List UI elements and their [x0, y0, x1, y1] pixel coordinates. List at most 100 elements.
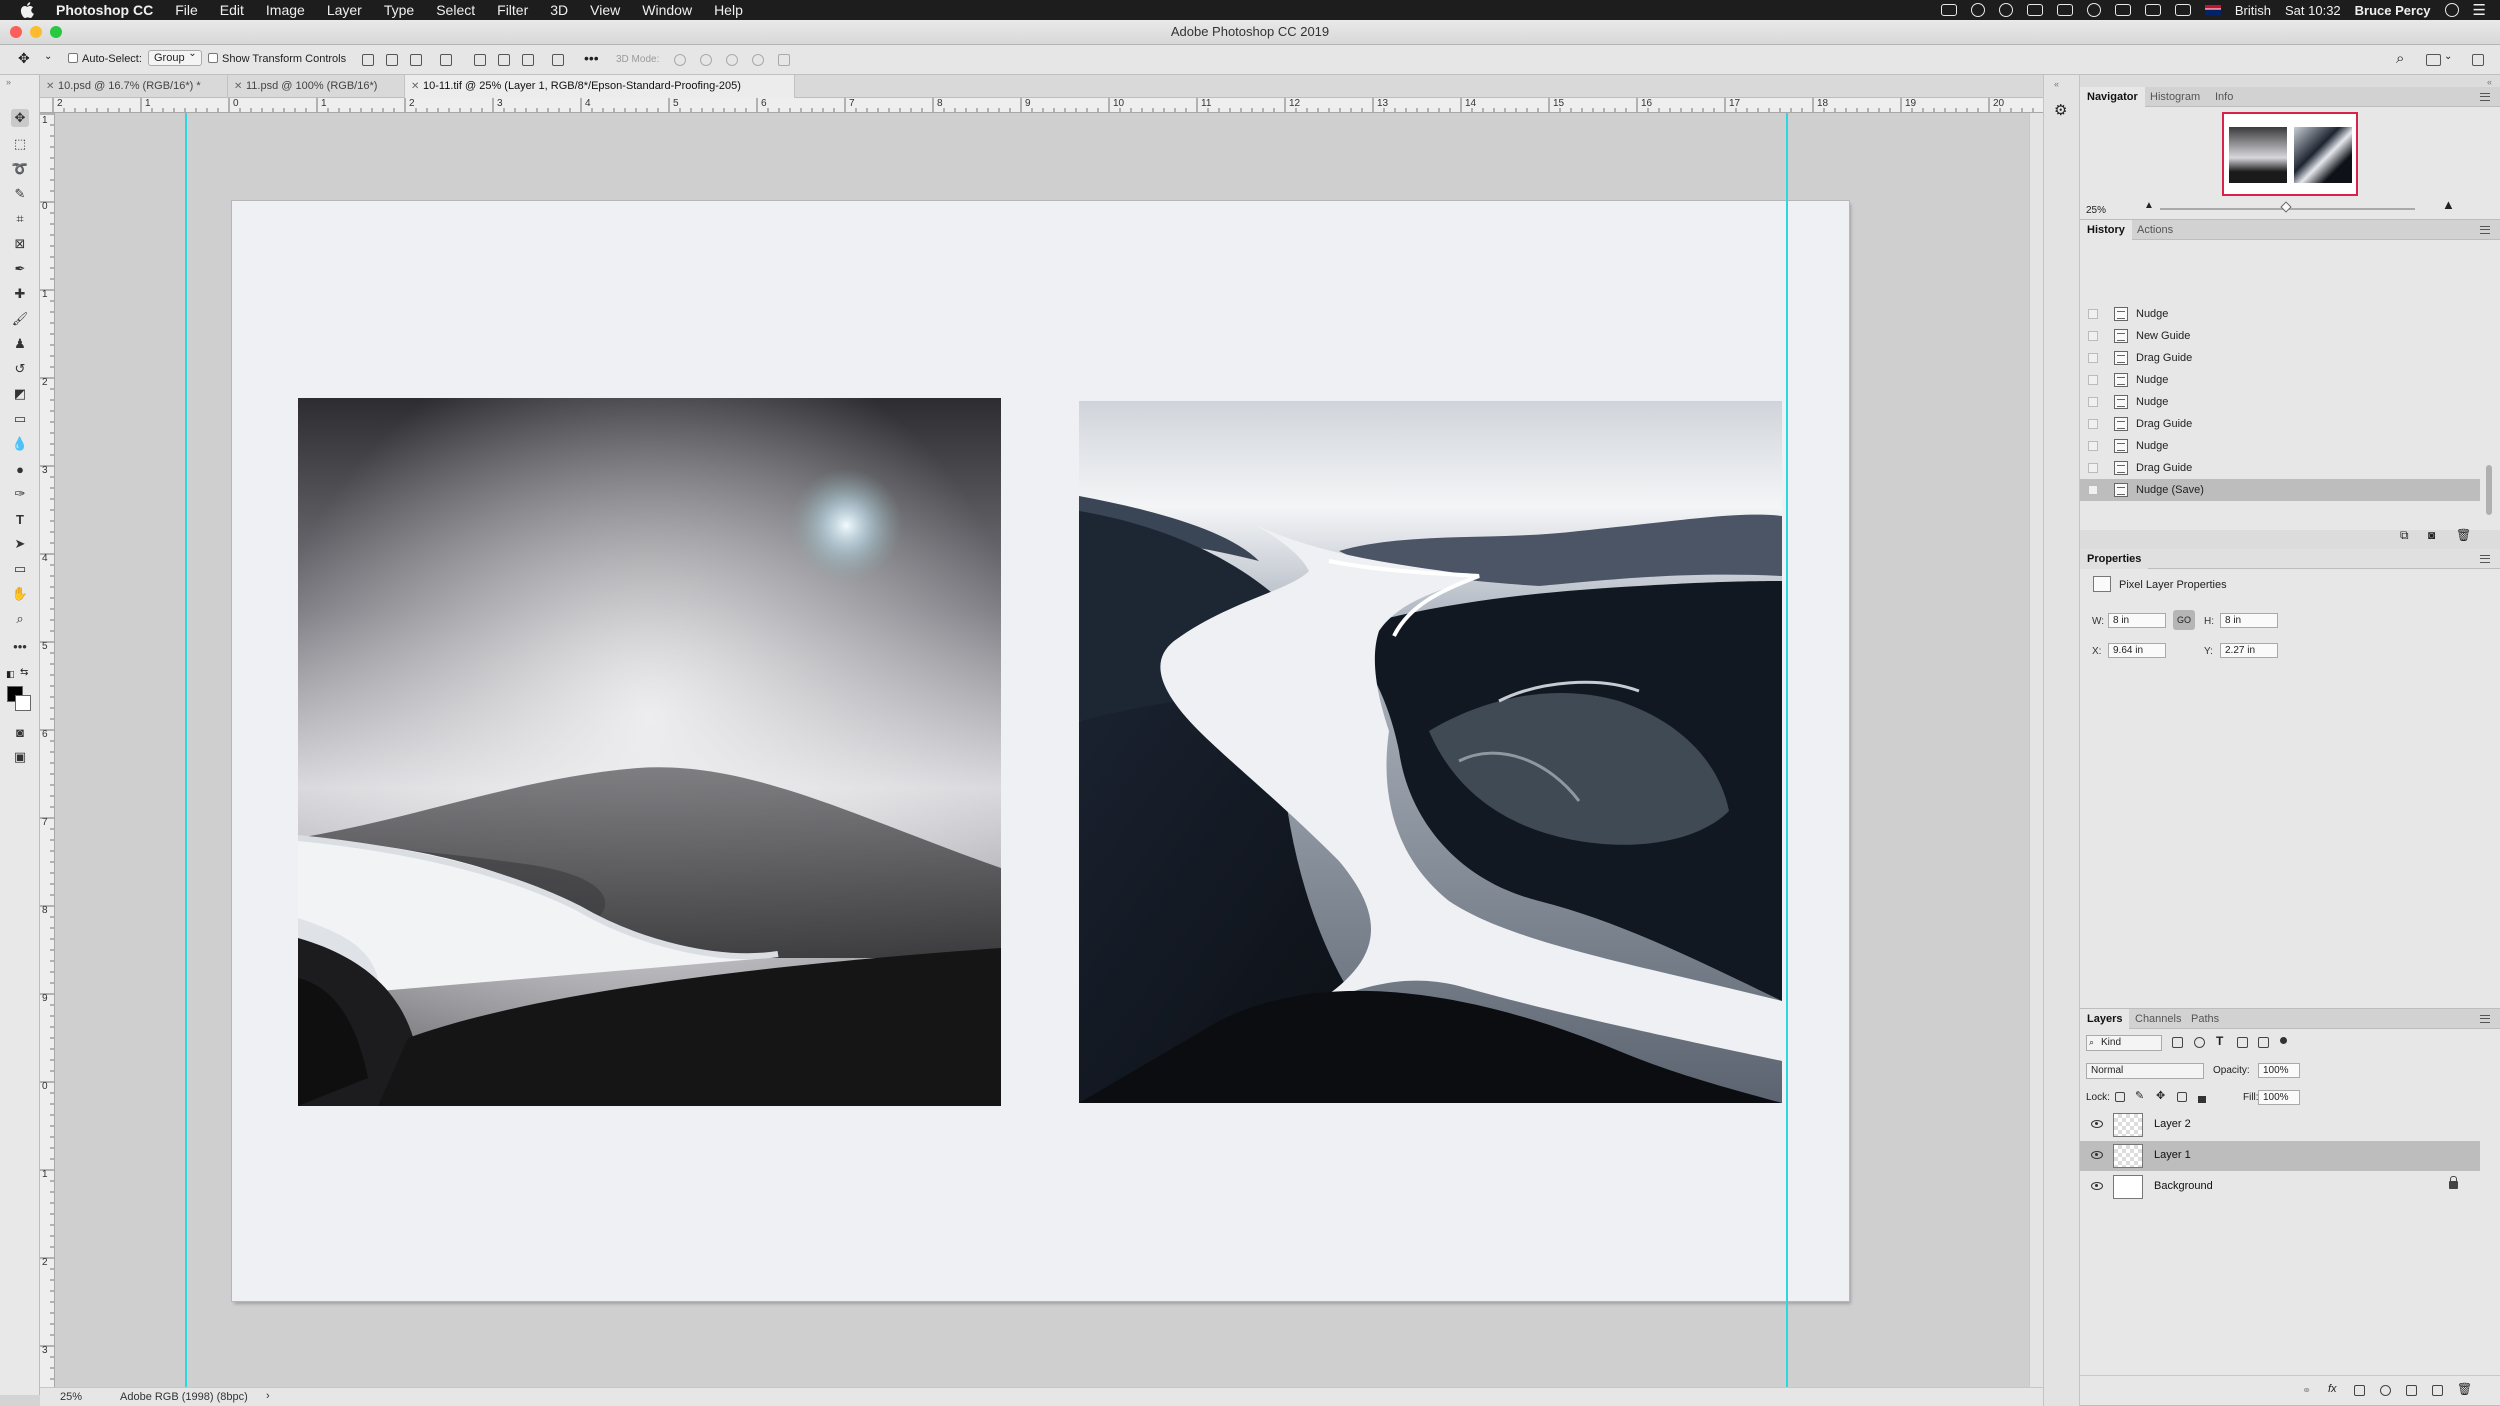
align-middle-icon[interactable] — [498, 54, 510, 66]
menu-3d[interactable]: 3D — [539, 0, 579, 20]
y-position-input[interactable]: 2.27 in — [2220, 643, 2278, 658]
link-icon[interactable]: ⚭ — [2302, 1384, 2311, 1397]
workspace-chevron-icon[interactable]: ⌄ — [2444, 51, 2452, 62]
layer-row-background[interactable]: Background — [2080, 1172, 2480, 1202]
crop-tool[interactable]: ⌗ — [11, 210, 29, 228]
filter-smart-object-icon[interactable] — [2258, 1037, 2269, 1048]
default-colors-icon[interactable]: ◧ — [6, 669, 15, 680]
menu-image[interactable]: Image — [255, 0, 316, 20]
history-item[interactable]: Drag Guide — [2080, 413, 2480, 435]
tab-channels[interactable]: Channels — [2128, 1009, 2188, 1029]
keyboard-layout[interactable]: British — [2235, 3, 2271, 18]
fx-icon[interactable]: fx — [2328, 1383, 2337, 1395]
lock-transparent-icon[interactable] — [2115, 1092, 2125, 1102]
history-scrollbar-thumb[interactable] — [2486, 465, 2492, 515]
snapshot-source-box[interactable] — [2088, 463, 2098, 473]
edit-toolbar-icon[interactable]: ••• — [11, 637, 29, 655]
x-position-input[interactable]: 9.64 in — [2108, 643, 2166, 658]
workspace-icon[interactable] — [2426, 54, 2441, 66]
marquee-tool[interactable]: ⬚ — [11, 135, 29, 153]
canvas-area[interactable] — [55, 113, 2043, 1387]
sync-icon[interactable] — [2056, 4, 2073, 16]
guide-line-left[interactable] — [185, 113, 187, 1387]
menu-file[interactable]: File — [164, 0, 209, 20]
wifi-icon[interactable] — [2144, 4, 2161, 16]
gradient-tool[interactable]: ▭ — [11, 410, 29, 428]
move-tool[interactable]: ✥ — [11, 109, 29, 127]
clock[interactable]: Sat 10:32 — [2285, 3, 2341, 18]
height-input[interactable]: 8 in — [2220, 613, 2278, 628]
more-options-icon[interactable]: ••• — [584, 50, 599, 66]
tool-preset-chevron-icon[interactable]: ⌄ — [44, 51, 52, 62]
pen-tool[interactable]: ✑ — [11, 485, 29, 503]
zoom-tool[interactable]: ⌕ — [11, 610, 29, 628]
dodge-tool[interactable]: ● — [11, 460, 29, 478]
layer-row-layer-2[interactable]: Layer 2 — [2080, 1110, 2480, 1140]
share-icon[interactable] — [2472, 54, 2484, 66]
panel-menu-icon[interactable] — [2480, 93, 2490, 101]
distribute-icon[interactable] — [440, 54, 452, 66]
lock-pixels-icon[interactable]: ✎ — [2135, 1089, 2144, 1102]
toolbar-collapse-icon[interactable]: » — [6, 77, 11, 87]
opacity-input[interactable]: 100% — [2258, 1063, 2300, 1078]
layer-name[interactable]: Layer 2 — [2154, 1118, 2191, 1130]
navigator-zoom-value[interactable]: 25% — [2086, 205, 2106, 216]
lasso-tool[interactable]: ➰ — [11, 160, 29, 178]
eraser-tool[interactable]: ◩ — [11, 385, 29, 403]
snapshot-source-box[interactable] — [2088, 397, 2098, 407]
snapshot-source-box[interactable] — [2088, 331, 2098, 341]
new-snapshot-icon[interactable]: ◙ — [2428, 528, 2435, 542]
tab-layers[interactable]: Layers — [2080, 1009, 2130, 1029]
show-transform-checkbox[interactable] — [208, 53, 218, 63]
tab-history[interactable]: History — [2080, 220, 2132, 240]
history-brush-tool[interactable]: ↺ — [11, 360, 29, 378]
align-top-icon[interactable] — [474, 54, 486, 66]
menu-filter[interactable]: Filter — [486, 0, 539, 20]
3d-drag-icon[interactable] — [726, 54, 738, 66]
3d-slide-icon[interactable] — [752, 54, 764, 66]
horizontal-ruler[interactable]: 2 1 0 1 2 3 4 5 6 7 8 9 10 11 12 13 14 1… — [40, 98, 2043, 113]
background-lock-icon[interactable] — [2449, 1176, 2458, 1189]
menu-window[interactable]: Window — [631, 0, 703, 20]
history-item[interactable]: New Guide — [2080, 325, 2480, 347]
path-selection-tool[interactable]: ➤ — [11, 535, 29, 553]
menu-app-name[interactable]: Photoshop CC — [50, 0, 164, 20]
layer-filter-dropdown[interactable]: Kind — [2086, 1035, 2162, 1051]
mask-icon[interactable] — [2354, 1385, 2365, 1396]
group-icon[interactable] — [2406, 1385, 2417, 1396]
screen-icon[interactable] — [2026, 4, 2043, 16]
zoom-level[interactable]: 25% — [60, 1391, 82, 1403]
auto-select-checkbox[interactable]: Auto-Select: — [68, 53, 142, 65]
align-left-icon[interactable] — [362, 54, 374, 66]
3d-rotate-icon[interactable] — [674, 54, 686, 66]
rectangle-tool[interactable]: ▭ — [11, 560, 29, 578]
width-input[interactable]: 8 in — [2108, 613, 2166, 628]
spotlight-icon[interactable] — [2444, 3, 2459, 17]
tab-histogram[interactable]: Histogram — [2143, 87, 2207, 107]
document-page[interactable] — [232, 201, 1849, 1301]
panel-menu-icon[interactable] — [2480, 1015, 2490, 1023]
fill-input[interactable]: 100% — [2258, 1090, 2300, 1105]
tab-paths[interactable]: Paths — [2184, 1009, 2226, 1029]
search-icon[interactable]: ⌕ — [2396, 50, 2404, 67]
move-tool-icon[interactable]: ✥ — [18, 50, 30, 67]
zoom-slider-handle[interactable] — [2280, 201, 2292, 213]
frame-tool[interactable]: ⊠ — [11, 235, 29, 253]
user-name[interactable]: Bruce Percy — [2355, 3, 2431, 18]
vertical-ruler[interactable]: 1 0 1 2 3 4 5 6 7 8 9 0 1 2 3 — [40, 113, 55, 1395]
snapshot-source-box[interactable] — [2088, 441, 2098, 451]
visibility-eye-icon[interactable] — [2091, 1182, 2103, 1190]
healing-brush-tool[interactable]: ✚ — [11, 285, 29, 303]
delete-state-icon[interactable]: 🗑 — [2456, 528, 2471, 542]
layer-row-layer-1[interactable]: Layer 1 — [2080, 1141, 2480, 1171]
menu-select[interactable]: Select — [425, 0, 486, 20]
tab-navigator[interactable]: Navigator — [2080, 87, 2145, 107]
layer-name[interactable]: Background — [2154, 1180, 2213, 1192]
new-document-from-state-icon[interactable]: ⧉ — [2400, 528, 2409, 543]
cloud-icon[interactable] — [1998, 3, 2013, 17]
history-item[interactable]: Drag Guide — [2080, 457, 2480, 479]
tab-properties[interactable]: Properties — [2080, 549, 2149, 569]
align-bottom-icon[interactable] — [522, 54, 534, 66]
quick-select-tool[interactable]: ✎ — [11, 185, 29, 203]
lock-position-icon[interactable]: ✥ — [2156, 1089, 2165, 1102]
